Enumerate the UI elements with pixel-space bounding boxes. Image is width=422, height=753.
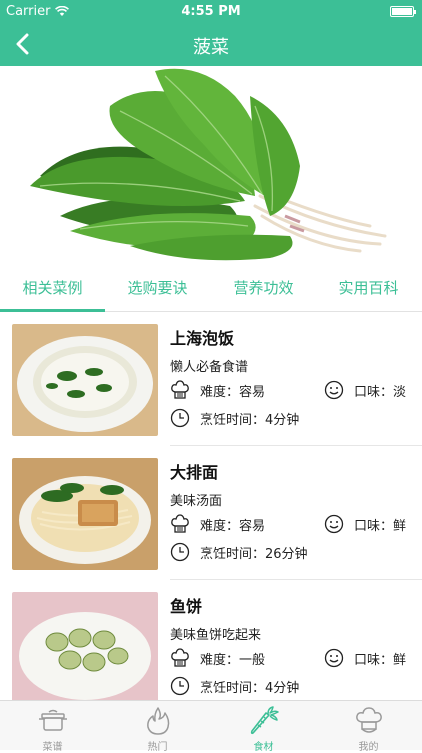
recipe-name: 鱼饼 [170, 597, 203, 616]
chef-hat-icon [171, 514, 189, 533]
cook-time-row: 烹饪时间：4分钟 [170, 408, 299, 428]
clock-icon [170, 542, 190, 562]
smiley-icon [324, 380, 344, 400]
recipe-item[interactable]: 鱼饼 美味鱼饼吃起来 难度：一般 口味：鲜 烹饪时间：4分钟 [0, 580, 422, 700]
battery-icon [390, 6, 416, 17]
tabbar-item-hot[interactable]: 热门 [105, 701, 210, 753]
recipe-item[interactable]: 上海泡饭 懒人必备食谱 难度：容易 口味：淡 烹饪时间：4分钟 [0, 312, 422, 446]
tabbar-item-ingredients[interactable]: 食材 [211, 701, 316, 753]
tabbar-label: 菜谱 [42, 742, 63, 753]
cook-time-label: 烹饪时间：26分钟 [200, 546, 308, 562]
flame-icon [146, 707, 169, 735]
difficulty-label: 难度：一般 [200, 652, 266, 668]
recipe-description: 懒人必备食谱 [170, 360, 249, 375]
tab-nutrition[interactable]: 营养功效 [211, 268, 316, 312]
cook-time-row: 烹饪时间：26分钟 [170, 542, 308, 562]
cook-time-label: 烹饪时间：4分钟 [200, 680, 300, 696]
difficulty-row: 难度：一般 [170, 648, 265, 668]
taste-row: 口味：淡 [324, 380, 406, 400]
taste-label: 口味：淡 [354, 384, 407, 400]
tabbar-item-recipes[interactable]: 菜谱 [0, 701, 105, 753]
smiley-icon [324, 514, 344, 534]
tabbar-label: 我的 [358, 742, 379, 753]
status-time: 4:55 PM [181, 3, 241, 19]
recipe-name: 大排面 [170, 463, 219, 482]
recipe-thumbnail [12, 592, 158, 700]
tabbar-label: 食材 [253, 742, 274, 753]
recipe-item[interactable]: 大排面 美味汤面 难度：容易 口味：鲜 烹饪时间：26分钟 [0, 446, 422, 580]
smiley-icon [324, 648, 344, 668]
tab-encyclopedia[interactable]: 实用百科 [316, 268, 421, 312]
spinach-illustration [30, 68, 387, 261]
cook-time-label: 烹饪时间：4分钟 [200, 412, 300, 428]
tabbar-item-profile[interactable]: 我的 [316, 701, 421, 753]
recipe-description: 美味汤面 [170, 494, 223, 509]
clock-icon [170, 408, 190, 428]
tab-buying-tips[interactable]: 选购要诀 [105, 268, 210, 312]
recipe-thumbnail [12, 458, 158, 570]
chef-hat-icon [171, 380, 189, 399]
status-bar: Carrier 4:55 PM [0, 0, 422, 22]
difficulty-label: 难度：容易 [200, 384, 266, 400]
recipe-name: 上海泡饭 [170, 329, 235, 348]
recipe-list: 上海泡饭 懒人必备食谱 难度：容易 口味：淡 烹饪时间：4分钟 大排面 美味汤面… [0, 312, 422, 700]
difficulty-label: 难度：容易 [200, 518, 266, 534]
pot-icon [38, 709, 67, 731]
carrot-icon [250, 706, 279, 735]
tabbar-label: 热门 [147, 742, 168, 753]
taste-label: 口味：鲜 [354, 652, 407, 668]
nav-bar: 菠菜 [0, 22, 422, 66]
cook-time-row: 烹饪时间：4分钟 [170, 676, 299, 696]
clock-icon [170, 676, 190, 696]
difficulty-row: 难度：容易 [170, 380, 265, 400]
recipe-thumbnail [12, 324, 158, 436]
taste-label: 口味：鲜 [354, 518, 407, 534]
chef-hat-icon [355, 707, 382, 733]
page-title: 菠菜 [193, 37, 229, 58]
difficulty-row: 难度：容易 [170, 514, 265, 534]
taste-row: 口味：鲜 [324, 514, 406, 534]
detail-tabs: 相关菜例 选购要诀 营养功效 实用百科 [0, 268, 422, 312]
recipe-description: 美味鱼饼吃起来 [170, 628, 262, 643]
bottom-tab-bar: 菜谱 热门 食材 我的 [0, 700, 422, 753]
ingredient-hero-image [0, 66, 422, 268]
chef-hat-icon [171, 648, 189, 667]
tab-related-recipes[interactable]: 相关菜例 [0, 268, 105, 312]
taste-row: 口味：鲜 [324, 648, 406, 668]
